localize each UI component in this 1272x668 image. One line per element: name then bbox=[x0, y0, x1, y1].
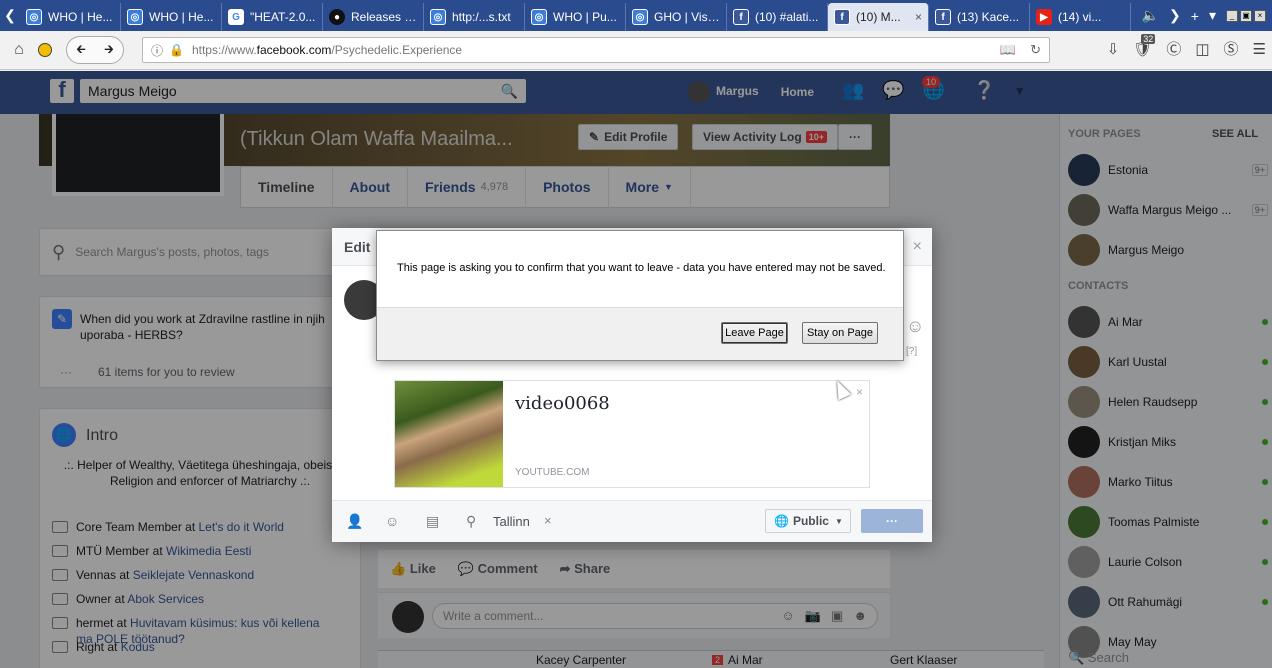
browser-tab[interactable]: ◎ GHO | Visu... bbox=[626, 3, 727, 31]
reload-icon[interactable]: ↻ bbox=[1030, 42, 1041, 58]
sidebar-icon[interactable]: ◫ bbox=[1195, 40, 1209, 58]
browser-tab[interactable]: f (13) Kace... bbox=[929, 3, 1030, 31]
tag-people-icon[interactable]: 👤 bbox=[346, 513, 363, 530]
restore-icon[interactable]: ▣ bbox=[1240, 9, 1252, 22]
reader-view-icon[interactable]: 📖 bbox=[1000, 42, 1016, 58]
speaker-icon[interactable]: 🔈 bbox=[1142, 7, 1159, 24]
remove-location-icon[interactable]: × bbox=[544, 513, 552, 528]
github-favicon-icon: ● bbox=[329, 9, 345, 25]
who-favicon-icon: ◎ bbox=[632, 9, 648, 25]
browser-tab[interactable]: ● Releases ·... bbox=[323, 3, 424, 31]
close-icon[interactable]: × bbox=[913, 238, 922, 256]
w-addon-icon[interactable]: Ⓒ bbox=[1166, 38, 1181, 59]
tab-scroll-left-icon[interactable]: ❮ bbox=[0, 0, 20, 31]
who-favicon-icon: ◎ bbox=[430, 9, 446, 25]
forward-icon[interactable]: 🡲 bbox=[104, 40, 114, 61]
location-tag: Tallinn bbox=[493, 514, 530, 529]
browser-tab[interactable]: ◎ http:/...s.txt bbox=[424, 3, 525, 31]
who-favicon-icon: ◎ bbox=[531, 9, 547, 25]
url-bar[interactable]: ⓘ 🔒 https://www. facebook.com/Psychedelic… bbox=[142, 37, 1050, 63]
globe-icon: 🌐 bbox=[774, 514, 789, 528]
browser-tab[interactable]: ◎ WHO | He... bbox=[20, 3, 121, 31]
browser-tab[interactable]: ◎ WHO | Pu... bbox=[525, 3, 626, 31]
facebook-favicon-icon: f bbox=[834, 9, 850, 25]
new-tab-icon[interactable]: + bbox=[1191, 8, 1199, 24]
browser-tab[interactable]: ▶ (14) vi... bbox=[1030, 3, 1131, 31]
privacy-selector[interactable]: 🌐 Public ▼ bbox=[765, 509, 851, 533]
google-favicon-icon: G bbox=[228, 9, 244, 25]
browser-navbar: ⌂ 🡰 🡲 ⓘ 🔒 https://www. facebook.com/Psych… bbox=[0, 31, 1272, 70]
leave-page-button[interactable]: Leave Page bbox=[721, 322, 788, 344]
minimize-icon[interactable]: _ bbox=[1226, 9, 1238, 22]
lock-icon: 🔒 bbox=[169, 43, 184, 57]
menu-icon[interactable]: ☰ bbox=[1253, 40, 1266, 58]
info-icon[interactable]: ⓘ bbox=[151, 42, 163, 59]
close-window-icon[interactable]: × bbox=[1254, 9, 1266, 22]
link-title: video0068 bbox=[515, 393, 610, 414]
browser-tabstrip: ❮ ◎ WHO | He... ◎ WHO | He... G "HEAT-2.0... ●… bbox=[0, 0, 1272, 31]
save-post-button[interactable]: ··· bbox=[861, 509, 923, 533]
emoji-icon[interactable]: ☺ bbox=[906, 316, 924, 337]
shield-addon-icon[interactable]: 🛡 32 bbox=[1133, 33, 1156, 58]
browser-tab[interactable]: ◎ WHO | He... bbox=[121, 3, 222, 31]
chevron-down-icon: ▼ bbox=[834, 516, 843, 526]
browser-tab[interactable]: f (10) M... × bbox=[828, 3, 929, 31]
remove-preview-icon[interactable]: × bbox=[856, 385, 863, 399]
dialog-message: This page is asking you to confirm that … bbox=[397, 262, 886, 274]
sticker-icon[interactable]: ▤ bbox=[426, 513, 439, 530]
modal-footer: 👤 ☺ ▤ ⚲ Tallinn × 🌐 Public ▼ ··· bbox=[332, 500, 932, 542]
leave-page-dialog: This page is asking you to confirm that … bbox=[376, 230, 904, 361]
youtube-favicon-icon: ▶ bbox=[1036, 9, 1052, 25]
download-icon[interactable]: ⇩ bbox=[1107, 40, 1120, 58]
facebook-favicon-icon: f bbox=[733, 9, 749, 25]
addon-icon[interactable] bbox=[32, 37, 58, 63]
facebook-favicon-icon: f bbox=[935, 9, 951, 25]
link-preview[interactable]: video0068 YOUTUBE.COM × bbox=[394, 380, 870, 488]
who-favicon-icon: ◎ bbox=[127, 9, 143, 25]
link-source: YOUTUBE.COM bbox=[515, 467, 590, 478]
feeling-icon[interactable]: ☺ bbox=[385, 513, 399, 529]
back-icon[interactable]: 🡰 bbox=[76, 40, 86, 61]
help-link[interactable]: [?] bbox=[906, 346, 917, 357]
who-favicon-icon: ◎ bbox=[26, 9, 42, 25]
browser-tab[interactable]: f (10) #alati... bbox=[727, 3, 828, 31]
home-icon[interactable]: ⌂ bbox=[6, 37, 32, 63]
browser-tab[interactable]: G "HEAT-2.0... bbox=[222, 3, 323, 31]
tab-scroll-right-icon[interactable]: ❯ bbox=[1169, 7, 1181, 24]
link-thumbnail bbox=[395, 381, 503, 487]
tab-list-icon[interactable]: ▾ bbox=[1209, 7, 1216, 24]
s-addon-icon[interactable]: Ⓢ bbox=[1224, 38, 1239, 59]
stay-on-page-button[interactable]: Stay on Page bbox=[802, 322, 878, 344]
close-tab-icon[interactable]: × bbox=[915, 10, 922, 24]
location-pin-icon[interactable]: ⚲ bbox=[466, 513, 476, 530]
